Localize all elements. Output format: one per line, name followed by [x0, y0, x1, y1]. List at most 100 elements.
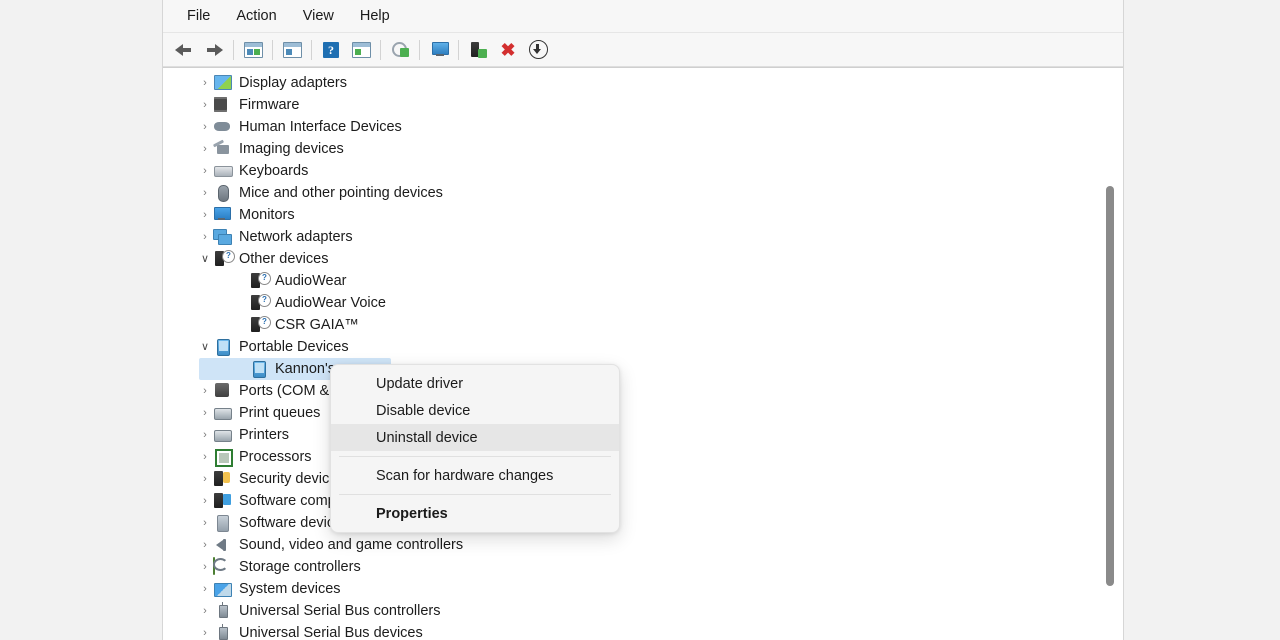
processor-icon	[213, 448, 233, 466]
tree-row[interactable]: › Universal Serial Bus controllers	[163, 600, 1123, 622]
tree-row[interactable]: › Printers	[163, 424, 1123, 446]
chevron-right-icon[interactable]: ›	[197, 474, 213, 485]
tree-row[interactable]: › Universal Serial Bus devices	[163, 622, 1123, 640]
chevron-right-icon[interactable]: ›	[197, 540, 213, 551]
context-menu-item[interactable]: Scan for hardware changes	[331, 462, 619, 489]
chevron-right-icon[interactable]: ›	[197, 386, 213, 397]
tree-row-label: Mice and other pointing devices	[239, 185, 451, 201]
chevron-right-icon[interactable]: ›	[197, 144, 213, 155]
tree-row-label: Keyboards	[239, 163, 316, 179]
update-driver-button[interactable]	[386, 37, 414, 63]
menu-file[interactable]: File	[174, 5, 223, 28]
tree-row[interactable]: ›Ports (COM &	[163, 380, 1123, 402]
forward-button[interactable]	[200, 37, 228, 63]
vertical-scrollbar[interactable]	[1103, 68, 1117, 640]
chevron-right-icon[interactable]: ›	[197, 430, 213, 441]
context-menu-item[interactable]: Disable device	[331, 397, 619, 424]
keyboard-icon	[213, 162, 233, 180]
view-panel-icon	[352, 42, 371, 58]
screen: File Action View Help	[0, 0, 1280, 640]
tree-row-label: CSR GAIA™	[275, 317, 367, 333]
device-context-menu: Update driverDisable deviceUninstall dev…	[330, 364, 620, 533]
help-button[interactable]: ?	[317, 37, 345, 63]
toolbar-separator-1	[233, 40, 234, 60]
tree-row[interactable]: ›System devices	[163, 578, 1123, 600]
chevron-right-icon[interactable]: ›	[197, 606, 213, 617]
show-hide-console-tree-button[interactable]	[239, 37, 267, 63]
disable-device-button[interactable]	[524, 37, 552, 63]
context-menu-item[interactable]: Properties	[331, 500, 619, 527]
toolbar-separator-6	[458, 40, 459, 60]
tree-row-label: Network adapters	[239, 229, 361, 245]
software-component-icon	[213, 492, 233, 510]
tree-row[interactable]: ›Security devic	[163, 468, 1123, 490]
tree-row[interactable]: ∨Portable Devices	[163, 336, 1123, 358]
chevron-right-icon[interactable]: ›	[197, 584, 213, 595]
scan-hardware-button[interactable]	[425, 37, 453, 63]
tree-row[interactable]: ›Imaging devices	[163, 138, 1123, 160]
chevron-right-icon[interactable]: ›	[197, 562, 213, 573]
tree-row-label: Universal Serial Bus controllers	[239, 603, 448, 619]
back-button[interactable]	[170, 37, 198, 63]
scrollbar-thumb[interactable]	[1106, 186, 1114, 586]
tree-row[interactable]: › Monitors	[163, 204, 1123, 226]
uninstall-device-button[interactable]: ✖	[494, 37, 522, 63]
tree-row[interactable]: › Keyboards	[163, 160, 1123, 182]
tree-row-label: Printers	[239, 427, 297, 443]
chevron-right-icon[interactable]: ›	[197, 122, 213, 133]
chevron-right-icon[interactable]: ›	[197, 496, 213, 507]
tree-row[interactable]: › Mice and other pointing devices	[163, 182, 1123, 204]
tree-row[interactable]: › Human Interface Devices	[163, 116, 1123, 138]
tree-row[interactable]: ›Processors	[163, 446, 1123, 468]
tree-row[interactable]: Kannon's	[163, 358, 1123, 380]
menu-action[interactable]: Action	[223, 5, 289, 28]
tree-row[interactable]: › Print queues	[163, 402, 1123, 424]
menu-help[interactable]: Help	[347, 5, 403, 28]
tree-row-label: Human Interface Devices	[239, 119, 410, 135]
tree-row[interactable]: › Firmware	[163, 94, 1123, 116]
tree-row-label: Print queues	[239, 405, 328, 421]
chevron-right-icon[interactable]: ›	[197, 408, 213, 419]
chevron-down-icon[interactable]: ∨	[197, 254, 213, 265]
chevron-right-icon[interactable]: ›	[197, 628, 213, 639]
back-arrow-icon	[174, 41, 194, 59]
add-legacy-hardware-button[interactable]	[464, 37, 492, 63]
chevron-down-icon[interactable]: ∨	[197, 342, 213, 353]
tree-row-label: Firmware	[239, 97, 307, 113]
add-device-icon	[470, 42, 487, 58]
tree-row[interactable]: › Software comp	[163, 490, 1123, 512]
view-options-button[interactable]	[347, 37, 375, 63]
chevron-right-icon[interactable]: ›	[197, 100, 213, 111]
forward-arrow-icon	[204, 41, 224, 59]
printer-icon	[213, 404, 233, 422]
context-menu-item[interactable]: Uninstall device	[331, 424, 619, 451]
tree-row[interactable]: ›Sound, video and game controllers	[163, 534, 1123, 556]
update-driver-gear-icon	[392, 42, 409, 57]
tree-row-label: Monitors	[239, 207, 303, 223]
tree-row[interactable]: ?AudioWear Voice	[163, 292, 1123, 314]
chevron-right-icon[interactable]: ›	[197, 452, 213, 463]
tree-row[interactable]: ›Software device	[163, 512, 1123, 534]
tree-row[interactable]: ∨?Other devices	[163, 248, 1123, 270]
tree-row[interactable]: ›Display adapters	[163, 72, 1123, 94]
context-menu-item[interactable]: Update driver	[331, 370, 619, 397]
chevron-right-icon[interactable]: ›	[197, 78, 213, 89]
storage-controller-icon	[213, 558, 233, 576]
chevron-right-icon[interactable]: ›	[197, 232, 213, 243]
tree-row[interactable]: › Network adapters	[163, 226, 1123, 248]
chevron-right-icon[interactable]: ›	[197, 188, 213, 199]
menu-view[interactable]: View	[290, 5, 347, 28]
chevron-right-icon[interactable]: ›	[197, 166, 213, 177]
usb-icon	[213, 602, 233, 620]
tree-row[interactable]: ?CSR GAIA™	[163, 314, 1123, 336]
chevron-right-icon[interactable]: ›	[197, 518, 213, 529]
chevron-right-icon[interactable]: ›	[197, 210, 213, 221]
tree-row-label: Software comp	[239, 493, 344, 509]
software-device-icon	[213, 514, 233, 532]
tree-row-label: Universal Serial Bus devices	[239, 625, 431, 640]
tree-row[interactable]: ?AudioWear	[163, 270, 1123, 292]
context-menu-separator	[339, 494, 611, 495]
properties-button[interactable]	[278, 37, 306, 63]
menu-bar: File Action View Help	[163, 0, 1123, 33]
tree-row[interactable]: ›Storage controllers	[163, 556, 1123, 578]
